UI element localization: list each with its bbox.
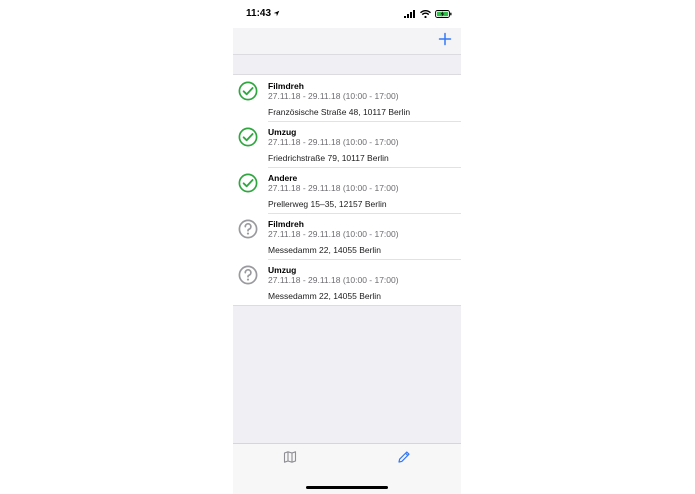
booking-list: Filmdreh 27.11.18 - 29.11.18 (10:00 - 17… [233,74,461,306]
list-item[interactable]: Andere 27.11.18 - 29.11.18 (10:00 - 17:0… [233,167,461,213]
entry-date: 27.11.18 - 29.11.18 (10:00 - 17:00) [268,91,399,101]
wifi-icon [420,10,431,18]
battery-charging-icon [435,10,452,18]
home-indicator [306,486,388,489]
status-icons [404,10,452,18]
navigation-bar [233,28,461,55]
entry-title: Filmdreh [268,81,304,91]
entry-address: Messedamm 22, 14055 Berlin [268,291,381,301]
location-arrow-icon [273,10,280,17]
entry-title: Andere [268,173,298,183]
status-bar: 11:43 [233,0,461,28]
entry-date: 27.11.18 - 29.11.18 (10:00 - 17:00) [268,275,399,285]
map-icon[interactable] [283,450,297,464]
entry-address: Prellerweg 15–35, 12157 Berlin [268,199,387,209]
status-time-group: 11:43 [246,8,280,19]
check-circle-icon [238,81,258,101]
question-circle-icon [238,219,258,239]
entry-address: Französische Straße 48, 10117 Berlin [268,107,411,117]
list-item[interactable]: Umzug 27.11.18 - 29.11.18 (10:00 - 17:00… [233,259,461,305]
pencil-icon[interactable] [397,450,411,464]
check-circle-icon [238,173,258,193]
entry-date: 27.11.18 - 29.11.18 (10:00 - 17:00) [268,229,399,239]
entry-date: 27.11.18 - 29.11.18 (10:00 - 17:00) [268,183,399,193]
list-item[interactable]: Filmdreh 27.11.18 - 29.11.18 (10:00 - 17… [233,75,461,121]
check-circle-icon [238,127,258,147]
entry-title: Umzug [268,127,297,137]
status-time: 11:43 [246,8,272,19]
question-circle-icon [238,265,258,285]
entry-address: Messedamm 22, 14055 Berlin [268,245,381,255]
phone-screen: 11:43 Filmdreh 27.11.18 - 29.11.18 (10:0… [233,0,461,494]
plus-icon[interactable] [437,31,453,47]
list-item[interactable]: Filmdreh 27.11.18 - 29.11.18 (10:00 - 17… [233,213,461,259]
entry-date: 27.11.18 - 29.11.18 (10:00 - 17:00) [268,137,399,147]
entry-address: Friedrichstraße 79, 10117 Berlin [268,153,389,163]
entry-title: Filmdreh [268,219,304,229]
signal-icon [404,10,415,18]
list-item[interactable]: Umzug 27.11.18 - 29.11.18 (10:00 - 17:00… [233,121,461,167]
entry-title: Umzug [268,265,297,275]
